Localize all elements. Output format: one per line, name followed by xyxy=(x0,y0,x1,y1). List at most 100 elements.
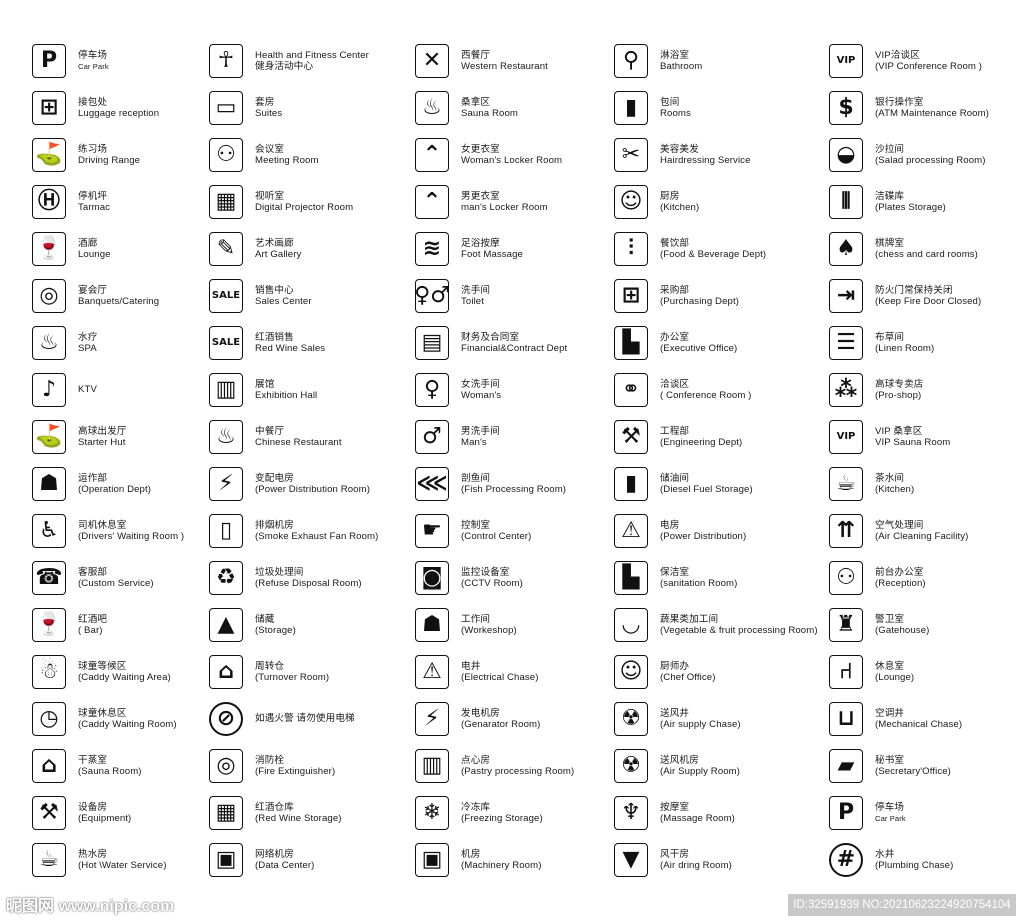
sign-label-secondary: Car Park xyxy=(78,62,109,71)
sign-label-secondary: (Machinery Room) xyxy=(461,860,542,871)
sign-item: ♆ 按摩室 (Massage Room) xyxy=(614,794,814,832)
sign-label: 周转仓 (Turnover Room) xyxy=(255,661,329,684)
sign-label: 球童休息区 (Caddy Waiting Room) xyxy=(78,708,177,731)
sign-label-secondary: (Hot \Water Service) xyxy=(78,860,167,871)
watermark-logo: 昵图网 www.nipic.com xyxy=(6,898,175,915)
sign-label-primary: 男更衣室 xyxy=(461,190,500,202)
sign-label: 棋牌室 (chess and card rooms) xyxy=(875,238,978,261)
sign-item: ☛ 控制室 (Control Center) xyxy=(415,512,615,550)
sign-label-secondary: (Food & Beverage Dept) xyxy=(660,249,767,260)
sign-label-secondary: (Gatehouse) xyxy=(875,625,930,636)
sign-label-secondary: Luggage reception xyxy=(78,108,160,119)
document-desk-icon: ▤ xyxy=(415,326,449,360)
sign-label: 机房 (Machinery Room) xyxy=(461,849,542,872)
sign-label: 休息室 (Lounge) xyxy=(875,661,914,684)
bed-icon: ▭ xyxy=(209,91,243,125)
sign-label: 点心房 (Pastry processing Room) xyxy=(461,755,574,778)
sign-item: 🍷 红酒吧( Bar) xyxy=(32,606,232,644)
sign-label-primary: 接包处 xyxy=(78,96,108,108)
sign-label-primary: 送风机房 xyxy=(660,754,699,766)
sign-label-primary: Health and Fitness Center xyxy=(255,49,369,61)
sign-label: 控制室 (Control Center) xyxy=(461,520,531,543)
sign-label-primary: 视听室 xyxy=(255,190,285,202)
sauna-tub-icon: ♨ xyxy=(415,91,449,125)
chess-cards-icon: ♠ xyxy=(829,232,863,266)
sign-label-primary: 销售中心 xyxy=(255,284,294,296)
sign-label-primary: 周转仓 xyxy=(255,660,285,672)
plate-cutlery-icon: ◎ xyxy=(32,279,66,313)
sign-label: 冷冻库 (Freezing Storage) xyxy=(461,802,543,825)
sign-label: 水疗 SPA xyxy=(78,332,97,355)
sign-label-primary: 银行操作室 xyxy=(875,96,924,108)
sign-item: ▥ 点心房 (Pastry processing Room) xyxy=(415,747,615,785)
sign-item: # 水井 (Plumbing Chase) xyxy=(829,841,1024,879)
sign-label-primary: 西餐厅 xyxy=(461,49,491,61)
sign-label-primary: 排烟机房 xyxy=(255,519,294,531)
wrench-icon: ⚒ xyxy=(32,796,66,830)
sign-label-secondary: (Red Wine Storage) xyxy=(255,813,342,824)
sign-label-primary: 工程部 xyxy=(660,425,690,437)
sign-item: ⚭ 洽谈区( Conference Room ) xyxy=(614,371,814,409)
sign-label: Health and Fitness Center 健身活动中心 xyxy=(255,50,369,73)
sign-label-secondary: Sales Center xyxy=(255,296,312,307)
sign-label: 厨房 (Kitchen) xyxy=(660,191,699,214)
sign-label: 设备房 (Equipment) xyxy=(78,802,131,825)
sign-item: ☢ 送风井 (Air supply Chase) xyxy=(614,700,814,738)
sign-label-secondary: (ATM Maintenance Room) xyxy=(875,108,989,119)
parking-icon: P xyxy=(32,44,66,78)
sign-label: 男更衣室 man's Locker Room xyxy=(461,191,548,214)
sign-label: 停机坪 Tarmac xyxy=(78,191,110,214)
sign-label: 停车场 Car Park xyxy=(78,50,109,73)
sign-label-secondary: (Secretary'Office) xyxy=(875,766,951,777)
sign-label-primary: 棋牌室 xyxy=(875,237,905,249)
sign-label: 红酒吧( Bar) xyxy=(78,614,107,637)
sign-label-primary: 发电机房 xyxy=(461,707,500,719)
sign-label-primary: 运作部 xyxy=(78,472,108,484)
sign-label-secondary: (Kitchen) xyxy=(875,484,915,495)
sign-item: ◷ 球童休息区 (Caddy Waiting Room) xyxy=(32,700,232,738)
sign-label-secondary: (Lounge) xyxy=(875,672,915,683)
sign-label: 办公室 (Executive Office) xyxy=(660,332,737,355)
sign-item: ⚠ 电井 (Electrical Chase) xyxy=(415,653,615,691)
sign-label-primary: 中餐厅 xyxy=(255,425,285,437)
sign-label-primary: 休息室 xyxy=(875,660,905,672)
sign-item: ⚇ 会议室 Meeting Room xyxy=(209,136,409,174)
sign-item: VIP VIP洽谈区 (VIP Conference Room ) xyxy=(829,42,1024,80)
high-voltage-icon: ⚠ xyxy=(614,514,648,548)
sign-item: Ⓗ 停机坪 Tarmac xyxy=(32,183,232,221)
hanger-woman-icon: ⌃ xyxy=(415,185,449,219)
sign-label-primary: VIP洽谈区 xyxy=(875,49,920,61)
high-voltage-icon: ⚠ xyxy=(415,655,449,689)
sign-label-primary: 消防栓 xyxy=(255,754,285,766)
sign-label-secondary: (VIP Conference Room ) xyxy=(875,61,983,72)
sign-label-secondary: Woman's xyxy=(461,390,502,401)
sign-label-primary: 展馆 xyxy=(255,378,275,390)
sign-label-secondary: (Mechanical Chase) xyxy=(875,719,963,730)
sign-item: ☺ 厨师办 (Chef Office) xyxy=(614,653,814,691)
sign-item: ▦ 视听室 Digital Projector Room xyxy=(209,183,409,221)
sign-item: ☕ 茶水间 (Kitchen) xyxy=(829,465,1024,503)
plumbing-grid-icon: # xyxy=(829,843,863,877)
sign-label-secondary: (Vegetable & fruit processing Room) xyxy=(660,625,818,636)
sign-label-secondary: (Purchasing Dept) xyxy=(660,296,740,307)
sign-label: 热水房 (Hot \Water Service) xyxy=(78,849,167,872)
sign-label-secondary: (Power Distribution Room) xyxy=(255,484,370,495)
sign-label-secondary: (Reception) xyxy=(875,578,926,589)
sign-label-secondary: Starter Hut xyxy=(78,437,126,448)
sign-label: 宴会厅 Banquets/Catering xyxy=(78,285,159,308)
no-elevator-fire-icon: ⊘ xyxy=(209,702,243,736)
recycle-icon: ♻ xyxy=(209,561,243,595)
sign-label-primary: 前台办公室 xyxy=(875,566,924,578)
chef-icon: ☺ xyxy=(614,185,648,219)
sign-label: 女洗手间 Woman's xyxy=(461,379,501,402)
sign-item: ⚇ 前台办公室 (Reception) xyxy=(829,559,1024,597)
sign-label-primary: 空调井 xyxy=(875,707,905,719)
sign-item: ◎ 宴会厅 Banquets/Catering xyxy=(32,277,232,315)
sign-label: 沙拉间 (Salad processing Room) xyxy=(875,144,986,167)
sign-label-secondary: (Caddy Waiting Room) xyxy=(78,719,177,730)
cctv-camera-icon: ◙ xyxy=(415,561,449,595)
sign-label: 高球出发厅 Starter Hut xyxy=(78,426,126,449)
sign-item: $ 银行操作室 (ATM Maintenance Room) xyxy=(829,89,1024,127)
sign-label-primary: 美容美发 xyxy=(660,143,699,155)
sign-item: ☥ Health and Fitness Center 健身活动中心 xyxy=(209,42,409,80)
